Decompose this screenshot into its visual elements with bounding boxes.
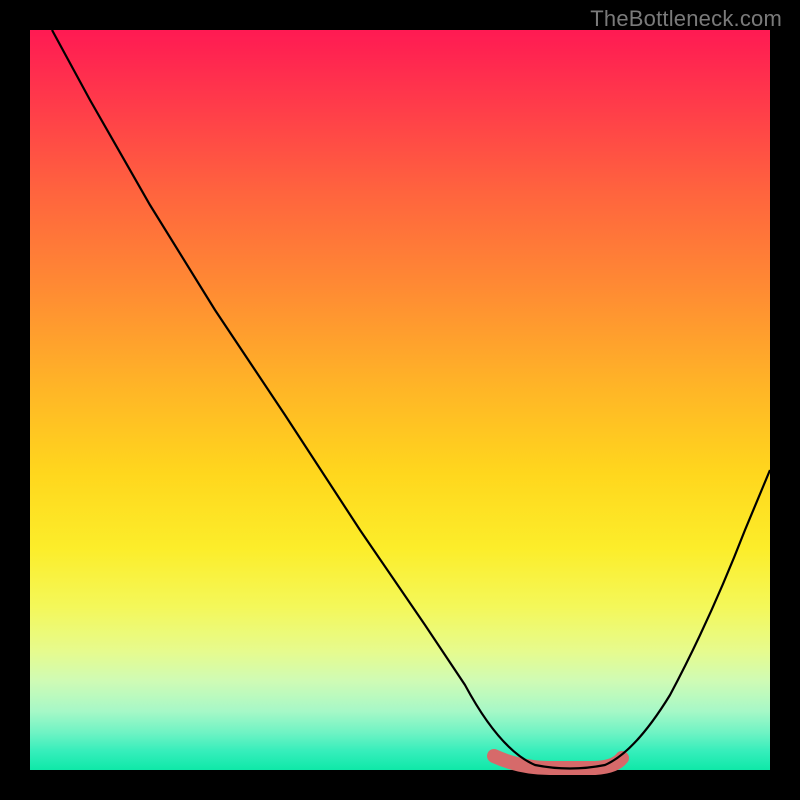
- bottleneck-curve: [52, 30, 770, 769]
- watermark-text: TheBottleneck.com: [590, 6, 782, 32]
- chart-svg: [30, 30, 770, 770]
- chart-area: [30, 30, 770, 770]
